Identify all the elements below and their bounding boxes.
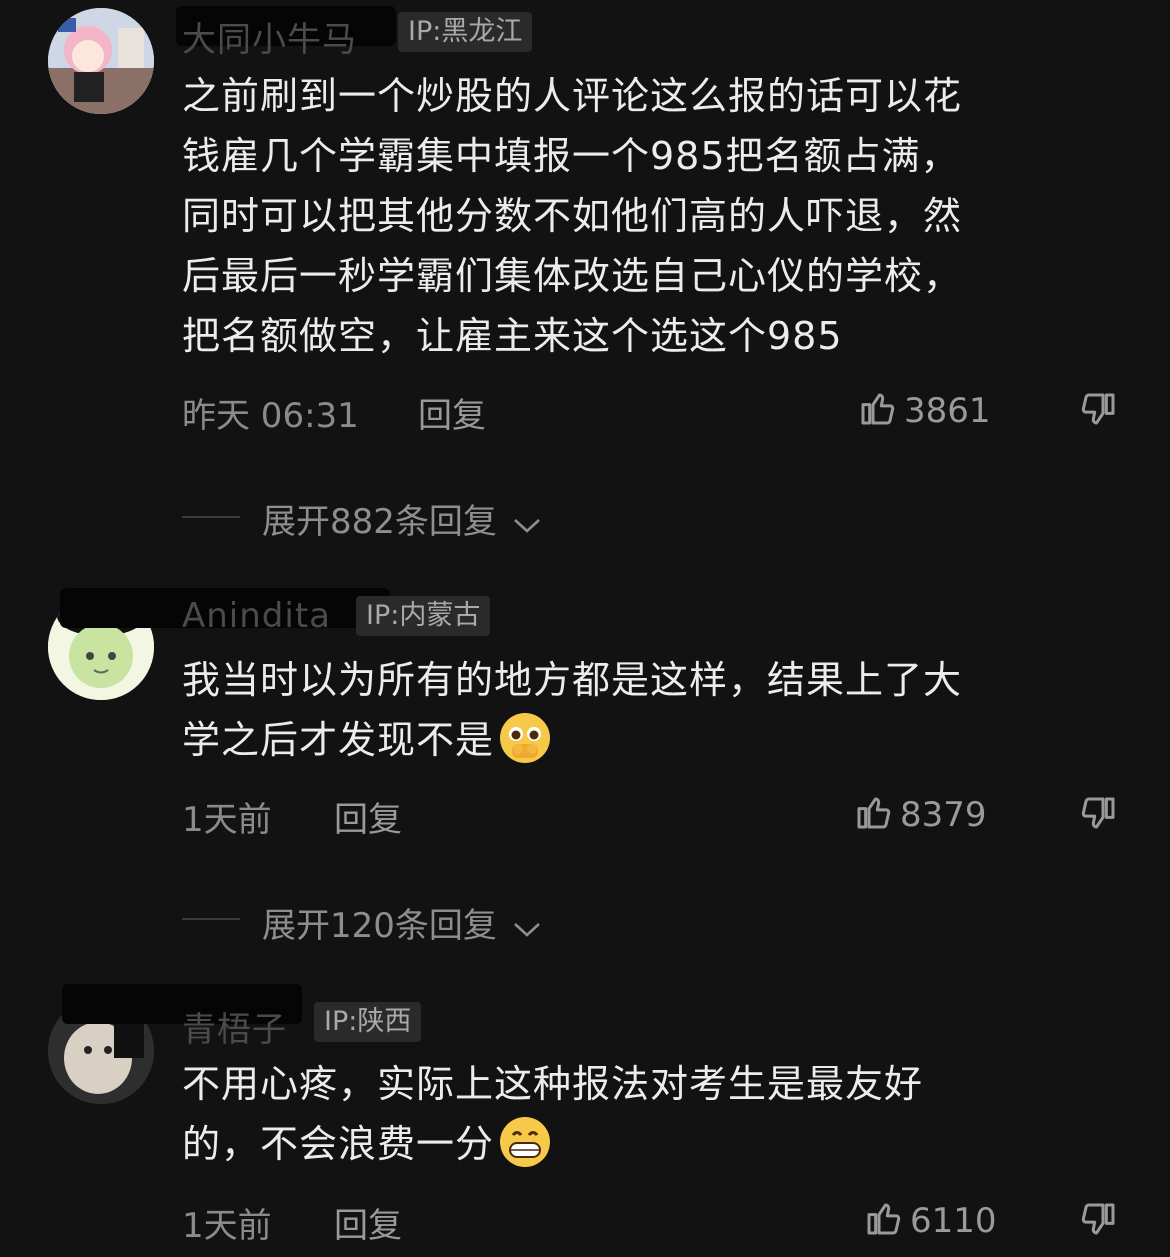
username[interactable]: 青梧子 <box>182 1002 287 1051</box>
divider <box>182 516 240 518</box>
comment-line: 同时可以把其他分数不如他们高的人吓退，然 <box>182 194 963 238</box>
pleading-face-emoji-icon <box>498 711 552 765</box>
expand-replies-button[interactable]: 展开882条回复 <box>262 494 542 543</box>
username[interactable]: Anindita <box>182 596 331 636</box>
comment-line: 后最后一秒学霸们集体改选自己心仪的学校， <box>182 254 963 298</box>
timestamp: 1天前 <box>182 800 272 840</box>
comment-line: 钱雇几个学霸集中填报一个985把名额占满， <box>182 134 960 178</box>
comment-line: 之前刷到一个炒股的人评论这么报的话可以花 <box>182 74 963 118</box>
ip-location-badge: IP:内蒙古 <box>356 596 491 636</box>
like-button[interactable]: 6110 <box>864 1198 997 1241</box>
thumbs-up-icon <box>857 797 891 829</box>
chevron-down-icon <box>513 519 540 533</box>
comment-line: 学之后才发现不是 <box>182 718 495 762</box>
comment-line: 的，不会浪费一分 <box>182 1122 495 1166</box>
reply-button[interactable]: 回复 <box>334 1198 402 1247</box>
comment-text: 之前刷到一个炒股的人评论这么报的话可以花 钱雇几个学霸集中填报一个985把名额占… <box>182 66 1102 366</box>
reply-button[interactable]: 回复 <box>334 792 402 841</box>
chevron-down-icon <box>513 923 540 937</box>
comment-text: 我当时以为所有的地方都是这样，结果上了大 学之后才发现不是 <box>182 650 1102 770</box>
dislike-button[interactable] <box>1078 390 1118 434</box>
thumbs-down-icon <box>1081 1203 1115 1235</box>
username[interactable]: 大同小牛马 <box>182 12 357 61</box>
timestamp: 昨天 06:31 <box>182 396 359 436</box>
like-button[interactable]: 3861 <box>858 388 991 431</box>
ip-location-badge: IP:黑龙江 <box>398 12 533 52</box>
thumbs-down-icon <box>1081 393 1115 425</box>
avatar[interactable] <box>48 8 154 114</box>
thumbs-up-icon <box>867 1203 901 1235</box>
timestamp: 1天前 <box>182 1206 272 1246</box>
like-count: 8379 <box>900 795 987 835</box>
like-button[interactable]: 8379 <box>854 792 987 835</box>
anime-girl-avatar-icon <box>48 8 154 114</box>
comment-line: 把名额做空，让雇主来这个选这个985 <box>182 314 843 358</box>
comment-line: 不用心疼，实际上这种报法对考生是最友好 <box>182 1062 924 1106</box>
expand-replies-label: 展开882条回复 <box>262 502 497 542</box>
comment-line: 我当时以为所有的地方都是这样，结果上了大 <box>182 658 963 702</box>
like-count: 3861 <box>904 391 991 431</box>
comment-text: 不用心疼，实际上这种报法对考生是最友好 的，不会浪费一分 <box>182 1054 1102 1174</box>
expand-replies-label: 展开120条回复 <box>262 906 497 946</box>
comment-line-wrapper: 的，不会浪费一分 <box>182 1114 1102 1174</box>
like-count: 6110 <box>910 1201 997 1241</box>
ip-location-badge: IP:陕西 <box>314 1002 422 1042</box>
reply-button[interactable]: 回复 <box>418 388 486 437</box>
grinning-face-emoji-icon <box>498 1115 552 1169</box>
dislike-button[interactable] <box>1078 1200 1118 1244</box>
divider <box>182 918 240 920</box>
dislike-button[interactable] <box>1078 794 1118 838</box>
thumbs-down-icon <box>1081 797 1115 829</box>
expand-replies-button[interactable]: 展开120条回复 <box>262 898 542 947</box>
thumbs-up-icon <box>861 393 895 425</box>
comment-line-wrapper: 学之后才发现不是 <box>182 710 1102 770</box>
